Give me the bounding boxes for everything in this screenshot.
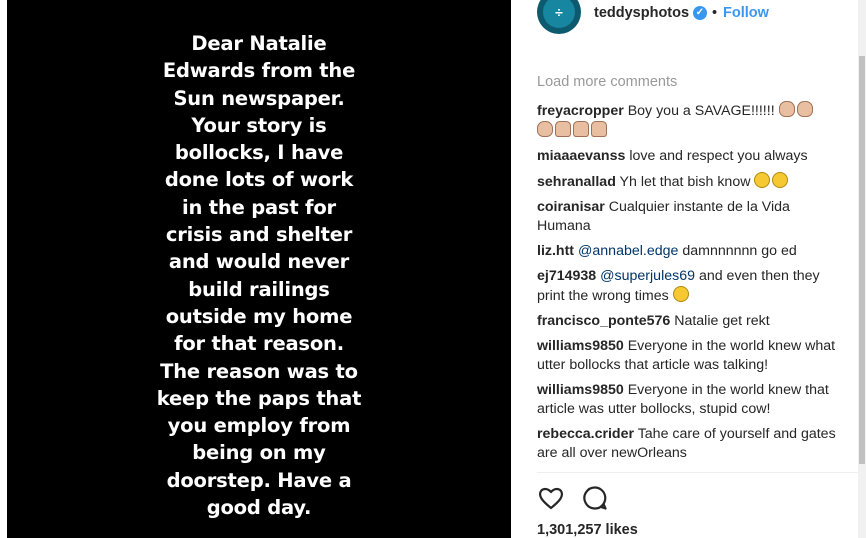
clapping-hands-emoji-icon: [537, 121, 553, 137]
comment-mention-link[interactable]: @superjules69: [600, 268, 695, 284]
comment-item: williams9850 Everyone in the world knew …: [537, 337, 837, 375]
comment-text: Boy you a SAVAGE!!!!!!: [627, 103, 779, 119]
comment-text: Yh let that bish know: [619, 174, 755, 190]
comment-item: williams9850 Everyone in the world knew …: [537, 381, 837, 419]
comments-list: Load more comments freyacropper Boy you …: [537, 72, 837, 469]
comment-item: ej714938 @superjules69 and even then the…: [537, 267, 837, 306]
post-side-panel: ÷ teddysphotos ✓ • Follow Load more comm…: [511, 0, 866, 538]
separator-dot: •: [712, 5, 718, 21]
raised-hands-emoji-icon: [573, 121, 589, 137]
comment-username[interactable]: rebecca.crider: [537, 426, 634, 442]
comment-icon[interactable]: [581, 484, 609, 512]
avatar[interactable]: ÷: [537, 0, 581, 34]
comment-text: Natalie get rekt: [674, 313, 770, 329]
story-line: crisis and shelter: [165, 223, 353, 247]
raised-hands-emoji-icon: [555, 121, 571, 137]
comment-item: liz.htt @annabel.edge damnnnnnn go ed: [537, 242, 837, 261]
story-line: The reason was to: [160, 359, 358, 383]
actions-divider: [537, 472, 863, 473]
page-left-edge: [0, 0, 7, 538]
comment-text: love and respect you always: [629, 148, 808, 164]
story-line: Edwards from the: [162, 59, 356, 83]
comment-username[interactable]: miaaaevanss: [537, 148, 625, 164]
story-line: Dear Natalie: [191, 32, 327, 55]
comment-mention-link[interactable]: @annabel.edge: [578, 243, 678, 259]
story-line: bollocks, I have: [174, 141, 344, 165]
story-line: good day.: [206, 496, 312, 520]
grinning-sweat-emoji-icon: [772, 172, 789, 188]
comment-item: miaaaevanss love and respect you always: [537, 147, 837, 166]
comment-text: damnnnnnn go ed: [678, 243, 797, 259]
post-header: ÷ teddysphotos ✓ • Follow: [511, 0, 866, 36]
comment-username[interactable]: sehranallad: [537, 174, 616, 190]
comment-username[interactable]: liz.htt: [537, 243, 574, 259]
story-line: Sun newspaper.: [173, 86, 345, 110]
story-line: outside my home: [165, 304, 353, 328]
clapping-hands-emoji-icon: [778, 101, 795, 117]
story-line: for that reason.: [174, 332, 344, 356]
comment-username[interactable]: ej714938: [537, 268, 596, 284]
comment-item: rebecca.crider Tahe care of yourself and…: [537, 425, 837, 463]
likes-count[interactable]: 1,301,257 likes: [537, 522, 638, 538]
comment-username[interactable]: francisco_ponte576: [537, 313, 670, 329]
story-line: and would never: [168, 250, 350, 274]
follow-button[interactable]: Follow: [723, 5, 769, 21]
username-link[interactable]: teddysphotos: [594, 5, 689, 21]
story-line: in the past for: [182, 195, 336, 219]
story-line: done lots of work: [164, 168, 354, 192]
story-line: being on my: [192, 441, 326, 465]
story-line: you employ from: [167, 414, 351, 438]
verified-badge-icon: ✓: [693, 6, 707, 20]
comment-username[interactable]: williams9850: [537, 382, 624, 398]
raised-hands-emoji-icon: [591, 121, 607, 137]
story-line: doorstep. Have a: [166, 468, 352, 492]
avatar-divide-icon: ÷: [555, 4, 563, 20]
story-line: keep the paps that: [156, 386, 362, 410]
load-more-comments-link[interactable]: Load more comments: [537, 72, 837, 92]
scrollbar-thumb[interactable]: [859, 56, 865, 464]
story-text: Dear Natalie Edwards from the Sun newspape…: [7, 30, 511, 521]
grinning-sweat-emoji-icon: [672, 286, 689, 302]
comment-username[interactable]: coiranisar: [537, 199, 605, 215]
post-image[interactable]: Dear Natalie Edwards from the Sun newspape…: [7, 0, 511, 538]
clapping-hands-emoji-icon: [796, 101, 813, 117]
story-line: Your story is: [191, 113, 327, 137]
comment-username[interactable]: williams9850: [537, 338, 624, 354]
comment-item: freyacropper Boy you a SAVAGE!!!!!!: [537, 101, 837, 141]
comment-item: francisco_ponte576 Natalie get rekt: [537, 312, 837, 331]
comments-scrollbar[interactable]: [858, 0, 866, 538]
comment-item: coiranisar Cualquier instante de la Vida…: [537, 198, 837, 236]
story-line: build railings: [188, 277, 330, 301]
post-actions: [537, 484, 737, 512]
comment-username[interactable]: freyacropper: [537, 103, 624, 119]
comment-item: sehranallad Yh let that bish know: [537, 172, 837, 192]
grinning-sweat-emoji-icon: [754, 172, 771, 188]
heart-icon[interactable]: [537, 484, 565, 512]
